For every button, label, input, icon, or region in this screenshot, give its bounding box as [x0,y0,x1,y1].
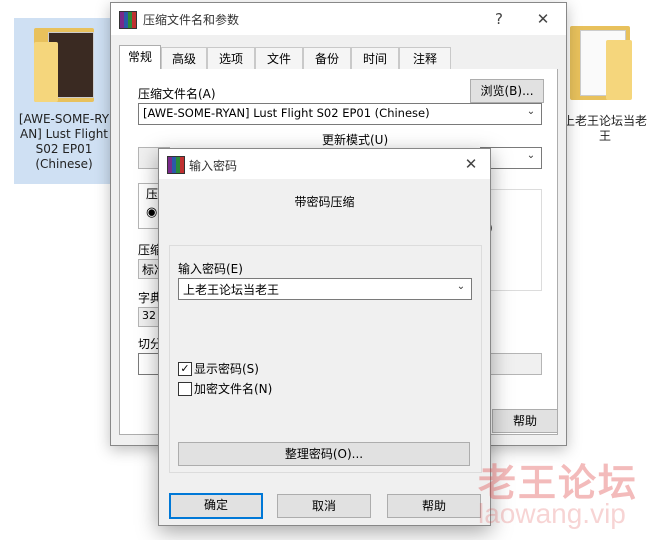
dialog-heading: 带密码压缩 [294,195,355,209]
dialog-title: 输入密码 [189,159,238,173]
folder-front [34,42,58,102]
password-label: 输入密码(E) [178,262,243,276]
title-bar[interactable]: 输入密码 ✕ [159,149,490,179]
password-group: 输入密码(E) 上老王论坛当老王 ⌄ ✓ 显示密码(S) 加密文件名(N) 整理… [169,245,482,473]
title-bar[interactable]: 压缩文件名和参数 ? ✕ [111,3,566,35]
archive-name-label: 压缩文件名(A) [138,87,216,101]
tab-time[interactable]: 时间 [351,47,399,70]
cancel-button[interactable]: 取消 [277,494,371,518]
label-line: 王 [598,129,611,143]
password-combo[interactable]: 上老王论坛当老王 ⌄ [178,278,472,300]
tab-backup[interactable]: 备份 [303,47,351,70]
label-line: (Chinese) [35,157,93,171]
label-line: S02 EP01 [35,142,93,156]
browse-button[interactable]: 浏览(B)... [470,79,544,103]
tab-advanced[interactable]: 高级 [161,47,207,70]
show-password-checkbox[interactable]: ✓ [178,362,192,376]
close-icon[interactable]: ✕ [533,9,553,29]
chevron-down-icon[interactable]: ⌄ [456,281,466,295]
winrar-icon [119,11,137,29]
desktop-folder-label-right: 上老王论坛当老 王 [560,114,650,144]
label-line: AN] Lust Flight [19,127,109,141]
help-button[interactable]: 帮助 [387,494,481,518]
watermark-url: laowang.vip [478,498,626,529]
ok-button[interactable]: 确定 [169,493,263,519]
chevron-down-icon[interactable]: ⌄ [526,106,536,120]
tab-files[interactable]: 文件 [255,47,303,70]
set-password-button-partial[interactable] [490,353,542,375]
desktop-folder-label-left: [AWE-SOME-RY AN] Lust Flight S02 EP01 (C… [14,112,114,172]
window-title: 压缩文件名和参数 [143,13,240,27]
update-mode-label: 更新模式(U) [322,133,389,147]
enter-password-dialog: 输入密码 ✕ 带密码压缩 输入密码(E) 上老王论坛当老王 ⌄ ✓ 显示密码(S… [158,148,491,526]
label-line: 上老王论坛当老 [562,114,647,128]
password-value: 上老王论坛当老王 [183,283,280,297]
chevron-down-icon[interactable]: ⌄ [526,150,536,164]
organize-passwords-button[interactable]: 整理密码(O)... [178,442,470,466]
archive-name-combo[interactable]: [AWE-SOME-RYAN] Lust Flight S02 EP01 (Ch… [138,103,542,125]
main-help-button[interactable]: 帮助 [492,409,558,433]
close-icon[interactable]: ✕ [461,154,481,174]
help-icon[interactable]: ? [489,9,509,29]
encrypt-filenames-checkbox[interactable] [178,382,192,396]
winrar-icon [167,156,185,174]
encrypt-filenames-label[interactable]: 加密文件名(N) [194,380,272,397]
label-line: [AWE-SOME-RY [18,112,110,126]
tab-options[interactable]: 选项 [207,47,255,70]
show-password-label[interactable]: 显示密码(S) [194,360,259,377]
options-group-partial [488,189,542,291]
tab-strip: 常规 高级 选项 文件 备份 时间 注释 [119,45,558,71]
tab-comment[interactable]: 注释 [399,47,451,70]
desktop-folder-icon-left[interactable]: [AWE-SOME-RY AN] Lust Flight S02 EP01 (C… [14,18,114,184]
radio-icon[interactable]: ◉ [146,205,157,220]
archive-format-label-partial: 压 [146,187,159,201]
tab-general[interactable]: 常规 [119,45,161,71]
archive-name-value: [AWE-SOME-RYAN] Lust Flight S02 EP01 (Ch… [143,106,430,120]
desktop-folder-icon-right[interactable]: 上老王论坛当老 王 [560,18,650,148]
folder-front [606,40,632,100]
